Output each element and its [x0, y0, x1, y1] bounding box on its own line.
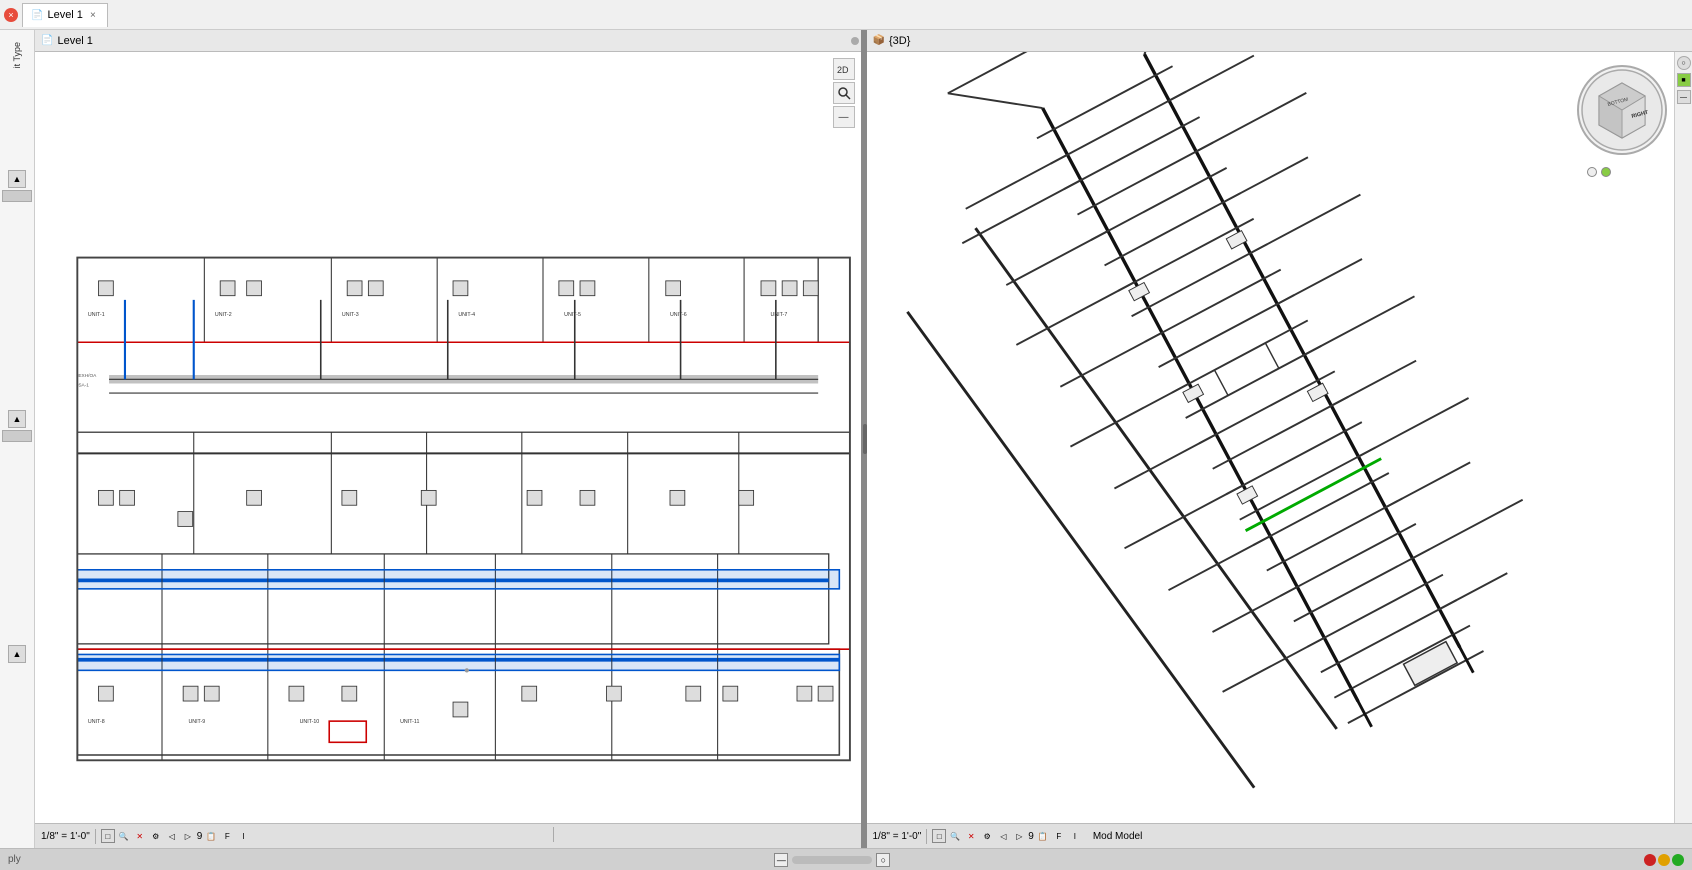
view-splitter[interactable] [863, 30, 867, 848]
global-btn-1[interactable]: — [774, 853, 788, 867]
status-icon-x[interactable]: ✕ [133, 829, 147, 843]
wireframe-svg [867, 52, 1692, 823]
status-count-r: 9 [1028, 831, 1034, 842]
viewport-left: 📄 Level 1 2D — [35, 30, 863, 848]
global-scrollbar[interactable] [792, 856, 872, 864]
splitter-handle [863, 424, 867, 454]
threeD-area[interactable] [867, 52, 1692, 823]
separator [95, 829, 96, 844]
status-icon-gear-r[interactable]: ⚙ [980, 829, 994, 843]
tab-level1-label: Level 1 [47, 9, 82, 21]
status-icon-next[interactable]: ▷ [181, 829, 195, 843]
status-icon-f[interactable]: F [220, 829, 234, 843]
sidebar-btn-3[interactable]: ▲ [8, 645, 26, 663]
view-title-label-left: Level 1 [57, 35, 92, 47]
floorplan-svg: UNIT-1 UNIT-2 UNIT-3 UNIT-4 UNIT-5 UNIT-… [35, 52, 861, 823]
svg-text:UNIT-5: UNIT-5 [564, 312, 581, 318]
svg-text:UNIT-1: UNIT-1 [88, 312, 105, 318]
view-title-right: 📦 {3D} [867, 30, 1692, 52]
status-icon-x-r[interactable]: ✕ [964, 829, 978, 843]
status-bar-left: 1/8" = 1'-0" □ 🔍 ✕ ⚙ ◁ ▷ 9 📋 F I [35, 823, 861, 848]
close-button[interactable]: × [4, 8, 18, 22]
sidebar-scroll-2 [2, 430, 32, 442]
status-icon-prev[interactable]: ◁ [165, 829, 179, 843]
view-title-left: 📄 Level 1 [35, 30, 861, 52]
status-icon-prev-r[interactable]: ◁ [996, 829, 1010, 843]
separator-right [926, 829, 927, 844]
center-sep [553, 827, 554, 842]
status-icon-rect[interactable]: □ [101, 829, 115, 843]
title-bar: × 📄 Level 1 × [0, 0, 1692, 30]
svg-text:UNIT-4: UNIT-4 [458, 312, 475, 318]
view-title-icon-left: 📄 [41, 35, 53, 46]
global-min-btn[interactable] [1658, 854, 1670, 866]
view-title-label-right: {3D} [889, 35, 910, 47]
cube-nav-btn-2[interactable] [1601, 167, 1611, 177]
tab-level1-close[interactable]: × [87, 9, 99, 21]
mini-btn-2[interactable]: ■ [1677, 73, 1691, 87]
view-title-icon-right: 📦 [873, 35, 885, 46]
scale-label-left: 1/8" = 1'-0" [41, 831, 90, 842]
viewport-right: 📦 {3D} [867, 30, 1692, 848]
panel-label: it Type [12, 42, 22, 68]
toolbar-zoom-btn[interactable] [833, 82, 855, 104]
global-btn-2[interactable]: ○ [876, 853, 890, 867]
scale-label-right: 1/8" = 1'-0" [873, 831, 922, 842]
tab-level1-icon: 📄 [31, 10, 43, 21]
status-icon-i-r[interactable]: I [1068, 829, 1082, 843]
sidebar-btn-2[interactable]: ▲ [8, 410, 26, 428]
svg-text:UNIT-2: UNIT-2 [215, 312, 232, 318]
mode-label: Mod Model [1093, 831, 1142, 842]
left-sidebar: it Type ▲ ▲ ▲ [0, 30, 35, 848]
svg-text:UNIT-10: UNIT-10 [300, 719, 320, 725]
svg-text:UNIT-3: UNIT-3 [342, 312, 359, 318]
tab-level1[interactable]: 📄 Level 1 × [22, 3, 108, 27]
status-icon-f-r[interactable]: F [1052, 829, 1066, 843]
toolbar-minus-btn[interactable]: — [833, 106, 855, 128]
sidebar-scroll-1 [2, 190, 32, 202]
view-toolbar-left: 2D — [833, 58, 855, 128]
global-bottom-bar: ply — ○ [0, 848, 1692, 870]
content-area: it Type ▲ ▲ ▲ 📄 Level 1 [0, 30, 1692, 848]
mini-btn-1[interactable]: ○ [1677, 56, 1691, 70]
status-icon-search-r[interactable]: 🔍 [948, 829, 962, 843]
nav-cube[interactable]: RIGHT BOTTOM [1577, 65, 1677, 185]
status-icon-rect-r[interactable]: □ [932, 829, 946, 843]
svg-text:UNIT-8: UNIT-8 [88, 719, 105, 725]
cube-nav-btn-1[interactable] [1587, 167, 1597, 177]
cube-circle[interactable]: RIGHT BOTTOM [1577, 65, 1667, 155]
svg-text:UNIT-9: UNIT-9 [188, 719, 205, 725]
minimize-left[interactable] [851, 37, 859, 45]
floorplan-area[interactable]: UNIT-1 UNIT-2 UNIT-3 UNIT-4 UNIT-5 UNIT-… [35, 52, 861, 823]
svg-text:UNIT-7: UNIT-7 [771, 312, 788, 318]
global-max-btn[interactable] [1672, 854, 1684, 866]
app-container: × 📄 Level 1 × it Type ▲ ▲ ▲ [0, 0, 1692, 870]
status-count: 9 [197, 831, 203, 842]
status-icon-next-r[interactable]: ▷ [1012, 829, 1026, 843]
status-icon-i[interactable]: I [236, 829, 250, 843]
global-status: ply [8, 854, 21, 865]
svg-text:SA-1: SA-1 [78, 383, 89, 389]
status-icon-clip[interactable]: 📋 [204, 829, 218, 843]
svg-text:2D: 2D [837, 65, 849, 75]
toolbar-2d-btn[interactable]: 2D [833, 58, 855, 80]
status-icon-gear[interactable]: ⚙ [149, 829, 163, 843]
sidebar-btn-1[interactable]: ▲ [8, 170, 26, 188]
mini-btn-3[interactable]: — [1677, 90, 1691, 104]
global-close-btn[interactable] [1644, 854, 1656, 866]
status-icon-search[interactable]: 🔍 [117, 829, 131, 843]
svg-text:UNIT-6: UNIT-6 [670, 312, 687, 318]
status-icon-clip-r[interactable]: 📋 [1036, 829, 1050, 843]
svg-text:EXH/OA: EXH/OA [78, 373, 97, 379]
status-bar-right: 1/8" = 1'-0" □ 🔍 ✕ ⚙ ◁ ▷ 9 📋 F I Mod Mod… [867, 823, 1692, 848]
svg-text:UNIT-11: UNIT-11 [400, 719, 419, 725]
